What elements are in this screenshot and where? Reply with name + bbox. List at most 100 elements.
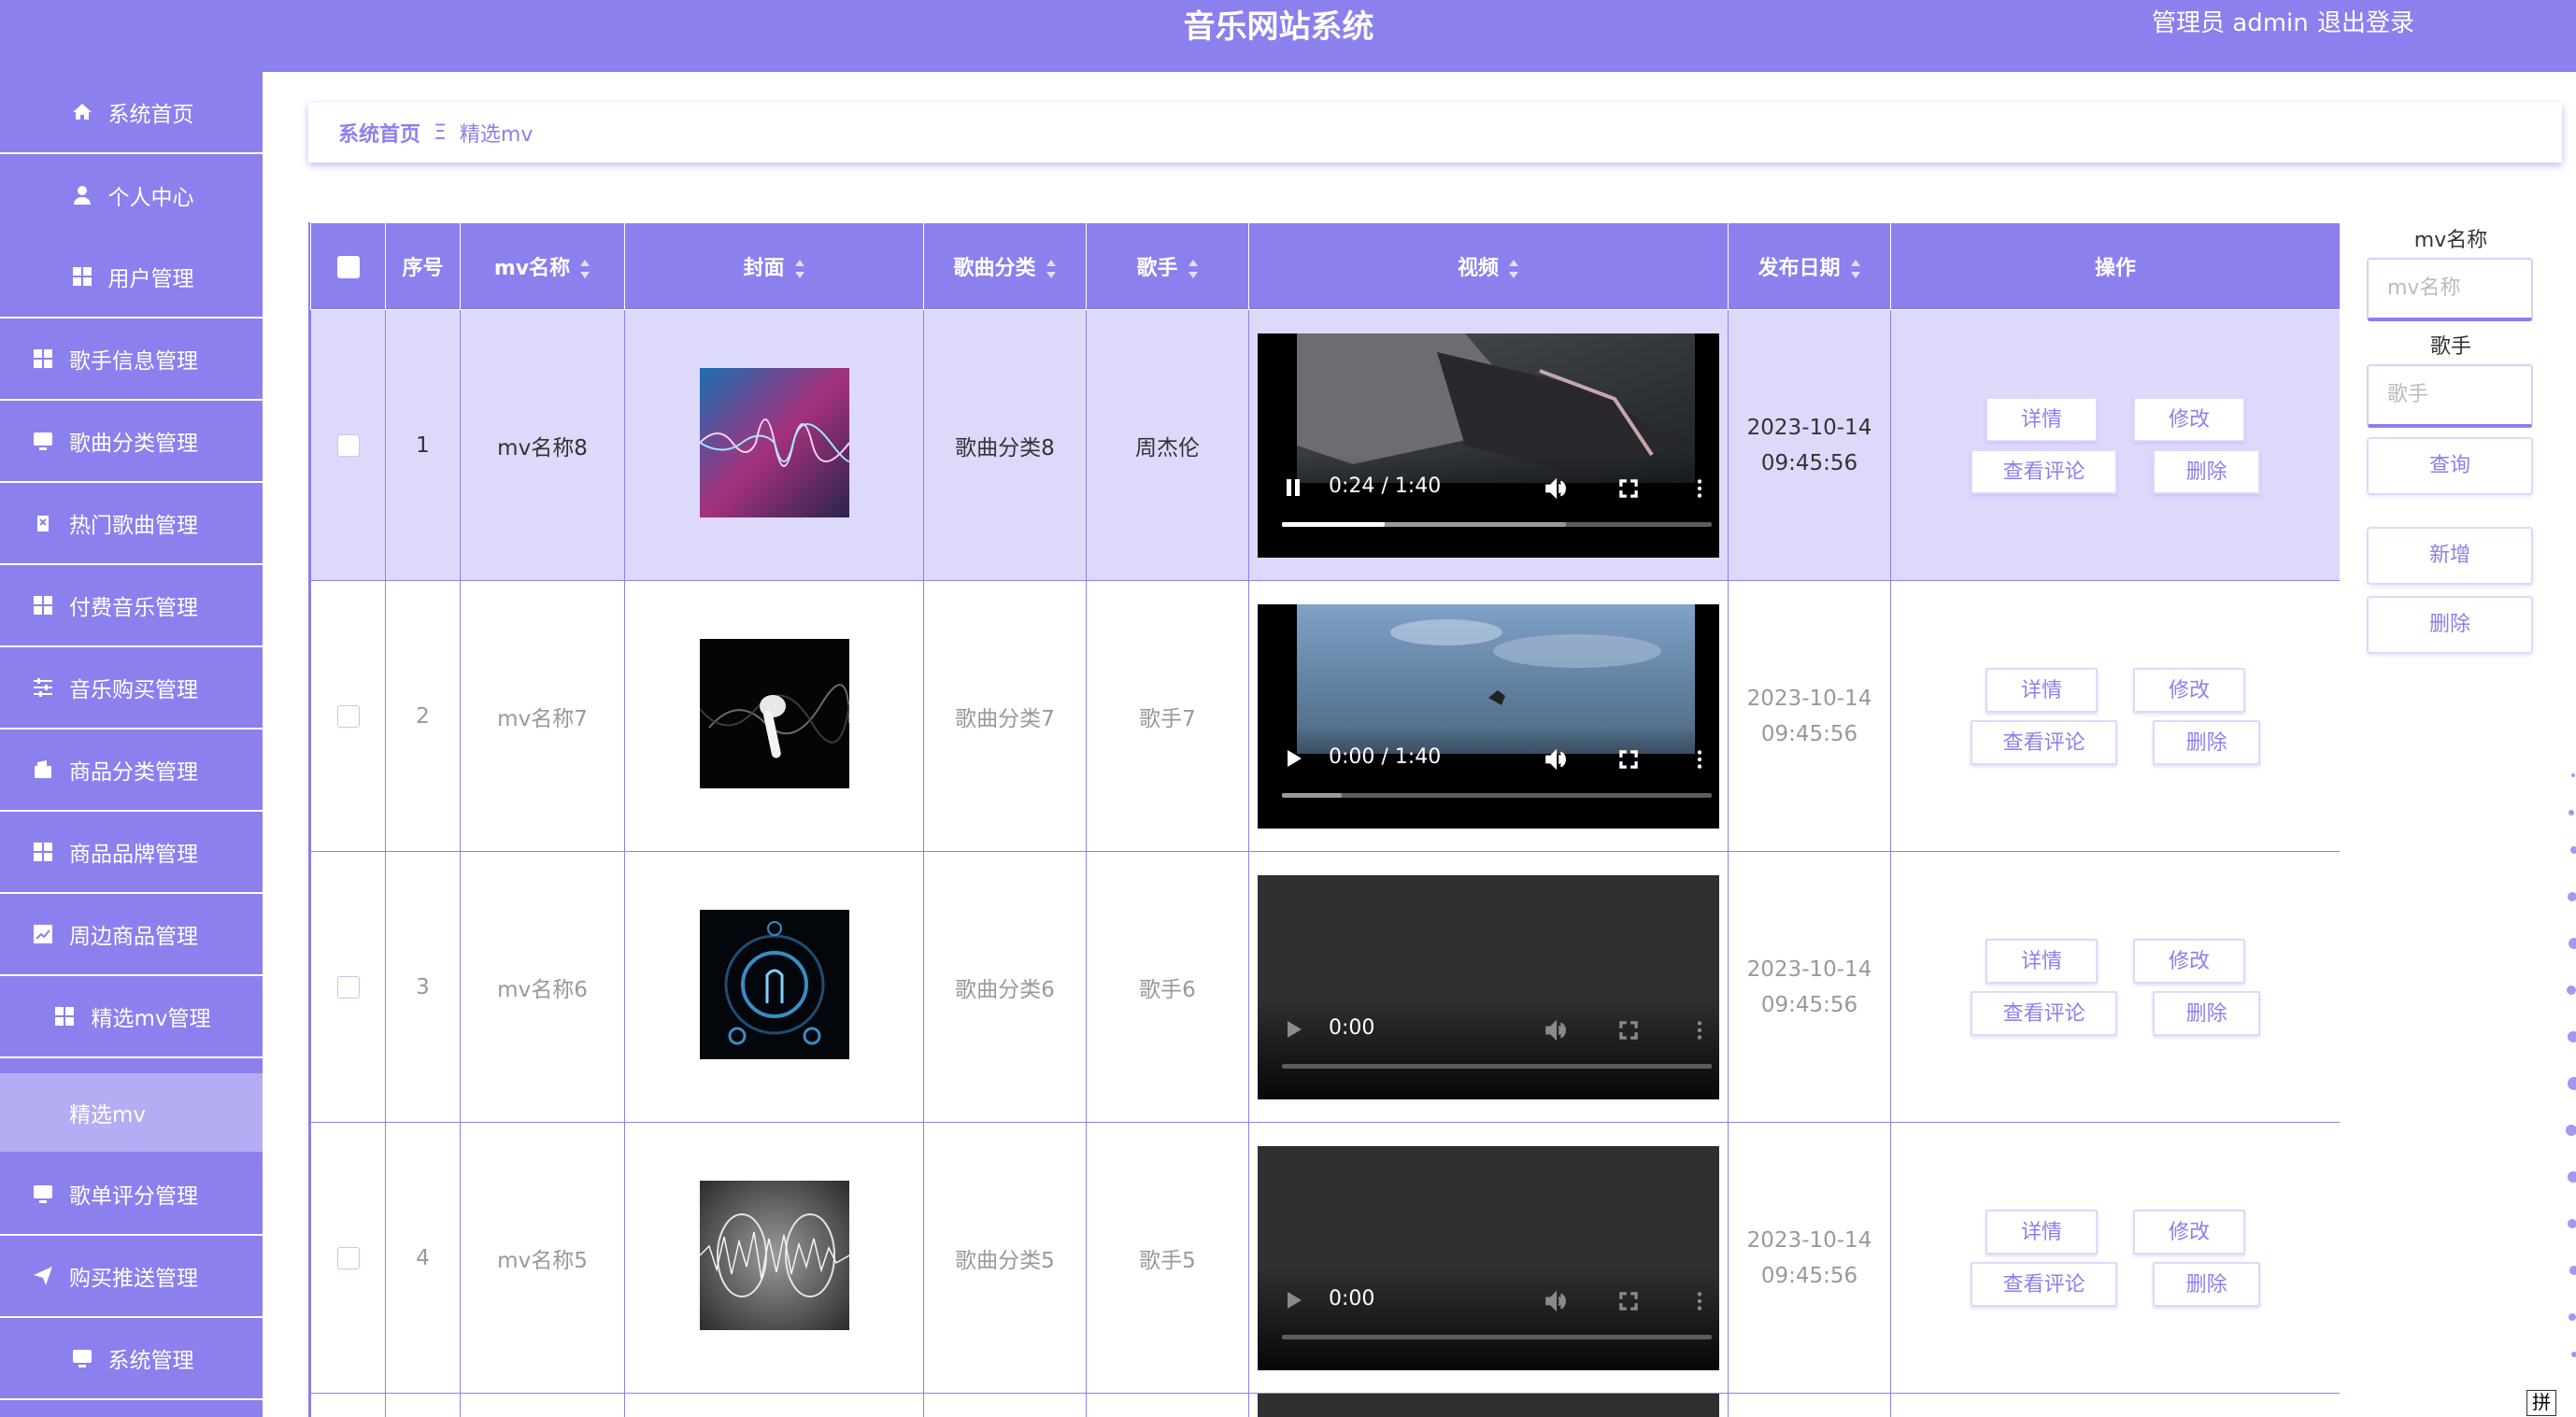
play-icon[interactable]: [1282, 1018, 1304, 1041]
video-progress-bar[interactable]: [1282, 1334, 1712, 1339]
play-icon[interactable]: [1282, 1289, 1304, 1311]
mv-name-input[interactable]: mv名称: [2367, 258, 2533, 321]
sort-icon[interactable]: [579, 259, 591, 279]
video-player[interactable]: 0:00: [1258, 874, 1719, 1099]
sort-icon[interactable]: [1046, 259, 1057, 279]
submenu-item-mv[interactable]: 精选mv: [0, 1073, 263, 1152]
volume-icon[interactable]: [1544, 747, 1568, 772]
sidebar-item-label: 系统首页: [107, 103, 194, 127]
sidebar-item-paid-music[interactable]: 付费音乐管理: [0, 565, 263, 647]
edit-button[interactable]: 修改: [2133, 938, 2245, 984]
video-progress-bar[interactable]: [1282, 1063, 1712, 1069]
pause-icon[interactable]: [1282, 476, 1304, 499]
delete-button[interactable]: 删除: [2153, 448, 2260, 494]
row-checkbox[interactable]: [336, 434, 360, 457]
column-header-name[interactable]: mv名称: [460, 222, 625, 310]
batch-delete-button[interactable]: 删除: [2367, 596, 2533, 654]
sort-icon[interactable]: [1508, 259, 1519, 279]
speaker-icon[interactable]: [699, 909, 849, 1059]
volume-icon[interactable]: [1544, 1289, 1568, 1313]
column-header-video[interactable]: 视频: [1248, 222, 1729, 310]
video-controls: 0:00: [1258, 1011, 1719, 1048]
grid-icon: [30, 592, 56, 618]
column-header-singer[interactable]: 歌手: [1086, 222, 1249, 310]
more-options-icon[interactable]: [1687, 747, 1712, 772]
sidebar-item-hot-songs[interactable]: 热门歌曲管理: [0, 483, 263, 565]
sidebar-item-goods-categories[interactable]: 商品分类管理: [0, 730, 263, 812]
sort-icon[interactable]: [794, 259, 805, 279]
view-comments-button[interactable]: 查看评论: [1971, 990, 2118, 1036]
fullscreen-icon[interactable]: [1616, 476, 1641, 501]
detail-button[interactable]: 详情: [1985, 396, 2098, 442]
sidebar-item-label: 热门歌曲管理: [69, 514, 198, 538]
pink-wave-icon[interactable]: [699, 367, 849, 517]
sidebar-item-playlist-ratings[interactable]: 歌单评分管理: [0, 1154, 263, 1236]
row-select-cell: [310, 1122, 386, 1394]
volume-icon[interactable]: [1544, 1018, 1568, 1042]
select-all-checkbox[interactable]: [336, 255, 360, 278]
video-player[interactable]: [1258, 1394, 1719, 1417]
earbud-icon[interactable]: [699, 638, 849, 788]
query-button[interactable]: 查询: [2367, 437, 2533, 495]
row-date-cell: 2023-10-14 09:45:56: [1728, 309, 1891, 581]
sidebar-item-goods-brands[interactable]: 商品品牌管理: [0, 812, 263, 894]
sidebar-item-profile[interactable]: 个人中心: [0, 154, 263, 236]
column-header-date[interactable]: 发布日期: [1728, 222, 1891, 310]
edit-button[interactable]: 修改: [2133, 1209, 2245, 1254]
delete-button[interactable]: 删除: [2153, 1261, 2260, 1307]
view-comments-button[interactable]: 查看评论: [1971, 719, 2118, 765]
volume-icon[interactable]: [1544, 476, 1568, 501]
sidebar-item-merch[interactable]: 周边商品管理: [0, 894, 263, 976]
table-row: 1 mv名称8 歌曲分类8 周杰伦 0:24 / 1:40 2023-10-14…: [310, 309, 2340, 581]
row-select-cell: [310, 851, 386, 1123]
sidebar-item-music-purchases[interactable]: 音乐购买管理: [0, 647, 263, 730]
grey-wave-icon[interactable]: [699, 1180, 849, 1330]
sort-icon[interactable]: [1850, 259, 1861, 279]
more-options-icon[interactable]: [1687, 1018, 1712, 1042]
singer-input[interactable]: 歌手: [2367, 364, 2533, 428]
fullscreen-icon[interactable]: [1616, 1018, 1641, 1042]
play-icon[interactable]: [1282, 747, 1304, 770]
sidebar-item-song-categories[interactable]: 歌曲分类管理: [0, 401, 263, 483]
breadcrumb-home-link[interactable]: 系统首页: [338, 118, 420, 148]
delete-button[interactable]: 删除: [2153, 990, 2260, 1036]
grid-icon: [30, 839, 56, 865]
sidebar-item-singers[interactable]: 歌手信息管理: [0, 319, 263, 401]
row-index: 4: [385, 1122, 461, 1394]
row-singer: 歌手6: [1086, 851, 1249, 1123]
row-select-cell: [310, 580, 386, 852]
view-comments-button[interactable]: 查看评论: [1971, 448, 2118, 494]
more-options-icon[interactable]: [1687, 1289, 1712, 1313]
chart-icon: [30, 921, 56, 947]
detail-button[interactable]: 详情: [1985, 667, 2098, 713]
sidebar-item-users[interactable]: 用户管理: [0, 236, 263, 319]
column-header-category[interactable]: 歌曲分类: [923, 222, 1087, 310]
edit-button[interactable]: 修改: [2133, 396, 2245, 442]
logout-link[interactable]: 退出登录: [2317, 0, 2414, 47]
video-time: 0:00: [1329, 1286, 1375, 1311]
more-options-icon[interactable]: [1687, 476, 1712, 501]
sidebar-item-purchase-push[interactable]: 购买推送管理: [0, 1236, 263, 1318]
delete-button[interactable]: 删除: [2153, 719, 2260, 765]
sort-icon[interactable]: [1188, 259, 1199, 279]
add-button[interactable]: 新增: [2367, 527, 2533, 585]
row-checkbox[interactable]: [336, 705, 360, 728]
column-header-actions: 操作: [1890, 222, 2340, 310]
sidebar-item-home[interactable]: 系统首页: [0, 72, 263, 154]
fullscreen-icon[interactable]: [1616, 747, 1641, 772]
row-checkbox[interactable]: [336, 1247, 360, 1269]
video-player[interactable]: 0:00 / 1:40: [1258, 603, 1719, 829]
sidebar-item-system[interactable]: 系统管理: [0, 1318, 263, 1400]
edit-button[interactable]: 修改: [2133, 667, 2245, 713]
video-progress-bar[interactable]: [1282, 521, 1712, 527]
detail-button[interactable]: 详情: [1985, 1209, 2098, 1254]
detail-button[interactable]: 详情: [1985, 938, 2098, 984]
fullscreen-icon[interactable]: [1616, 1289, 1641, 1313]
video-player[interactable]: 0:24 / 1:40: [1258, 333, 1719, 558]
video-player[interactable]: 0:00: [1258, 1145, 1719, 1370]
row-checkbox[interactable]: [336, 976, 360, 999]
column-header-cover[interactable]: 封面: [624, 222, 924, 310]
sidebar-item-mv-management[interactable]: 精选mv管理: [0, 976, 263, 1058]
view-comments-button[interactable]: 查看评论: [1971, 1261, 2118, 1307]
video-progress-bar[interactable]: [1282, 792, 1712, 798]
